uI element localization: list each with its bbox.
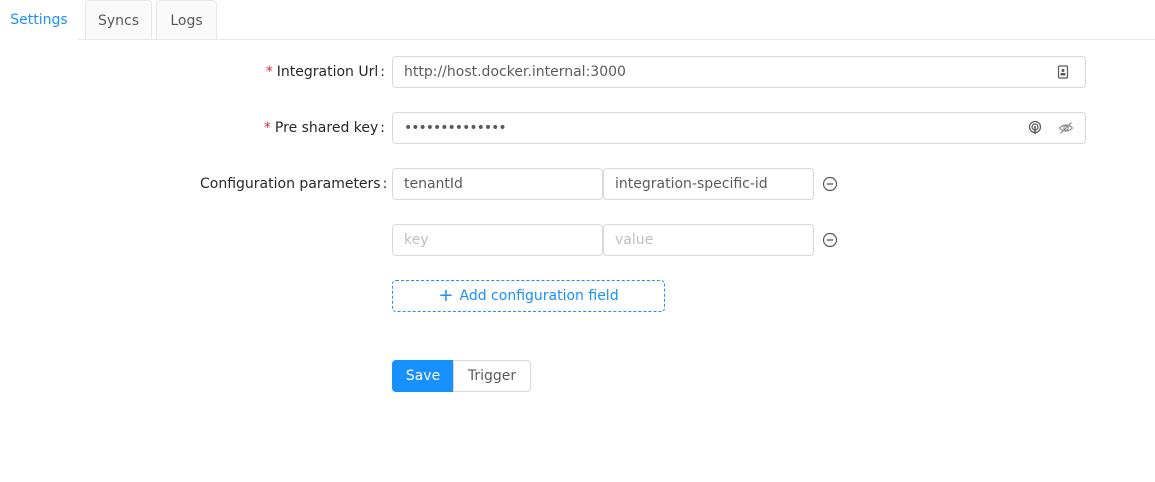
tab-logs[interactable]: Logs [156,0,217,39]
add-configuration-field-button[interactable]: + Add configuration field [392,280,665,312]
config-value-input[interactable]: value [603,224,814,256]
config-value-placeholder: value [615,232,654,248]
integration-url-label: * Integration Url: [200,56,385,88]
minus-circle-icon[interactable] [822,232,838,248]
pre-shared-key-label: * Pre shared key: [200,112,385,144]
config-key-input[interactable]: key [392,224,603,256]
integration-url-input[interactable]: http://host.docker.internal:3000 [392,56,1086,88]
config-params-label-text: Configuration parameters [200,176,381,192]
eye-invisible-icon[interactable] [1058,113,1074,143]
config-value-input[interactable]: integration-specific-id [603,168,814,200]
integration-url-label-text: Integration Url [276,64,379,80]
tab-syncs[interactable]: Syncs [85,0,152,39]
pre-shared-key-input[interactable]: •••••••••••••• [392,112,1086,144]
save-button[interactable]: Save [392,360,454,392]
pre-shared-key-label-text: Pre shared key [274,120,379,136]
fingerprint-icon[interactable] [1027,113,1043,143]
config-value-value: integration-specific-id [615,176,768,192]
tab-settings[interactable]: Settings [0,0,78,40]
config-key-placeholder: key [404,232,429,248]
config-key-input[interactable]: tenantId [392,168,603,200]
minus-circle-icon[interactable] [822,176,838,192]
required-mark: * [263,120,271,136]
tab-bar: Settings Syncs Logs [0,0,1155,40]
config-params-label: Configuration parameters: [200,168,388,200]
label-colon: : [382,176,388,192]
integration-url-value: http://host.docker.internal:3000 [404,64,626,80]
add-configuration-field-label: Add configuration field [459,288,619,304]
pre-shared-key-value: •••••••••••••• [404,120,507,136]
config-key-value: tenantId [404,176,463,192]
label-colon: : [380,64,385,80]
trigger-button[interactable]: Trigger [453,360,531,392]
plus-icon: + [438,285,454,306]
contacts-icon[interactable] [1055,57,1071,87]
required-mark: * [265,64,273,80]
label-colon: : [380,120,385,136]
